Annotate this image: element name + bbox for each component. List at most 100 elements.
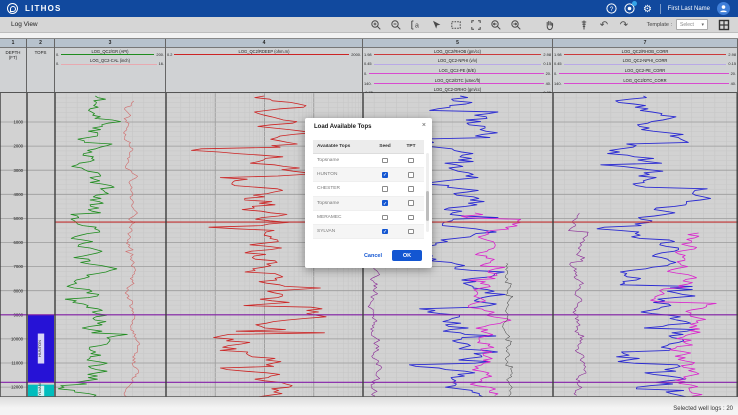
curve-scale-line bbox=[374, 54, 542, 55]
curve-scale-min: 0. bbox=[554, 72, 557, 76]
tpt-checkbox[interactable] bbox=[408, 158, 414, 164]
track-number: 3 bbox=[55, 39, 165, 48]
curve-header[interactable]: LOG_QC2/RHOB_CORR1.982.98 bbox=[553, 49, 737, 58]
depth-label: 2000 bbox=[13, 144, 23, 149]
curve-header[interactable]: LOG_QC2/DTC_CORR140.40. bbox=[553, 78, 737, 87]
redo-icon[interactable]: ↷ bbox=[617, 18, 632, 31]
curve-scale-min: 0.45 bbox=[364, 62, 372, 66]
well-pin-icon[interactable] bbox=[577, 18, 592, 31]
zoom-out-icon[interactable] bbox=[389, 18, 404, 31]
settings-gear-icon[interactable]: ⚙ bbox=[642, 3, 653, 14]
curve-header[interactable]: LOG_QC2-PE (B/E)0.20. bbox=[363, 68, 552, 77]
zoom-next-icon[interactable] bbox=[509, 18, 524, 31]
curve-header[interactable]: LOG_QC2/RDEEP (ohm.m)0.22000. bbox=[166, 49, 362, 58]
curve-scale-min: 140. bbox=[364, 82, 372, 86]
scrollbar-thumb[interactable] bbox=[426, 191, 429, 221]
notifications-icon[interactable] bbox=[624, 3, 635, 14]
curve-scale-max: 40. bbox=[546, 82, 551, 86]
curve-header[interactable]: LOG_QC2-PE_CORR0.20. bbox=[553, 68, 737, 77]
zoom-fit-icon[interactable]: a bbox=[409, 18, 424, 31]
curve-header[interactable]: LOG_QC2-NPHI_CORR0.450.15 bbox=[553, 58, 737, 67]
curve-header[interactable]: LOG_QC2/GR (API)0.200. bbox=[55, 49, 165, 58]
seed-checkbox[interactable]: ✓ bbox=[382, 229, 388, 235]
column-available-tops: Available Tops bbox=[313, 144, 372, 149]
tops-row-topsname: Topsname bbox=[313, 154, 424, 168]
curve-scale-line bbox=[174, 54, 349, 55]
brand-title: LITHOS bbox=[25, 4, 62, 13]
curve-scale-min: 1.98 bbox=[364, 53, 372, 57]
curve-scale-max: 20. bbox=[546, 72, 551, 76]
layout-grid-icon[interactable] bbox=[716, 18, 731, 31]
curve-header[interactable]: LOG_QC2-CAL (inch)0.16. bbox=[55, 58, 165, 67]
zoom-in-icon[interactable] bbox=[369, 18, 384, 31]
curve-scale-line bbox=[564, 83, 729, 84]
user-avatar[interactable] bbox=[717, 2, 730, 15]
tops-row-topsname: Topsname✓ bbox=[313, 197, 424, 211]
close-icon[interactable]: × bbox=[422, 122, 426, 129]
curve-scale-max: 2000. bbox=[351, 53, 361, 57]
user-name: First Last Name bbox=[668, 6, 710, 12]
dialog-title: Load Available Tops bbox=[305, 118, 432, 130]
status-bar: Selected well logs : 20 bbox=[0, 397, 738, 415]
undo-icon[interactable]: ↶ bbox=[597, 18, 612, 31]
depth-track-title: DEPTH (FT) bbox=[0, 50, 26, 60]
curve-scale-line bbox=[374, 64, 542, 65]
app-bar: LITHOS ? ⚙ First Last Name bbox=[0, 0, 738, 17]
selected-well-logs-status: Selected well logs : 20 bbox=[673, 406, 733, 412]
curve-scale-line bbox=[369, 73, 543, 74]
curve-header[interactable]: LOG_QC2/DTC (uSec/ft)140.40. bbox=[363, 78, 552, 87]
curve-scale-min: 0.2 bbox=[167, 53, 172, 57]
tpt-checkbox[interactable] bbox=[408, 200, 414, 206]
tpt-checkbox[interactable] bbox=[408, 229, 414, 235]
track-number: 5 bbox=[363, 39, 552, 48]
curve-scale-max: 20. bbox=[731, 72, 736, 76]
column-seed: Seed bbox=[372, 144, 398, 149]
depth-label: 8000 bbox=[13, 288, 23, 293]
curve-scale-min: 0. bbox=[364, 72, 367, 76]
curve-scale-line bbox=[61, 64, 156, 65]
zoom-area-icon[interactable] bbox=[449, 18, 464, 31]
page-title: Log View bbox=[11, 21, 38, 28]
help-icon[interactable]: ? bbox=[606, 3, 617, 14]
table-header-row: Available Tops Seed TPT bbox=[313, 140, 424, 154]
seed-checkbox[interactable] bbox=[382, 215, 388, 221]
curve-scale-min: 0. bbox=[56, 53, 59, 57]
template-label: Template : bbox=[647, 22, 672, 28]
zoom-cursor-icon[interactable] bbox=[429, 18, 444, 31]
pan-hand-icon[interactable] bbox=[543, 18, 558, 31]
curve-header[interactable]: LOG_QC2-NPHI (v/v)0.450.15 bbox=[363, 58, 552, 67]
curve-scale-min: 140. bbox=[554, 82, 562, 86]
seed-checkbox[interactable]: ✓ bbox=[382, 200, 388, 206]
track-number: 4 bbox=[166, 39, 362, 48]
zoom-prev-icon[interactable] bbox=[489, 18, 504, 31]
seed-checkbox[interactable] bbox=[382, 186, 388, 192]
seed-checkbox[interactable] bbox=[382, 158, 388, 164]
seed-checkbox[interactable]: ✓ bbox=[382, 172, 388, 178]
column-tpt: TPT bbox=[398, 144, 424, 149]
track-header-4: 4LOG_QC2/RDEEP (ohm.m)0.22000. bbox=[166, 39, 363, 92]
curve-header[interactable]: LOG_QC2/RHOB (gm/cc)1.982.98 bbox=[363, 49, 552, 58]
track-headers: 1DEPTH (FT)2TOPS3LOG_QC2/GR (API)0.200.L… bbox=[0, 38, 738, 93]
tpt-checkbox[interactable] bbox=[408, 215, 414, 221]
template-select[interactable]: Select ▾ bbox=[676, 19, 708, 30]
svg-text:↶: ↶ bbox=[600, 20, 608, 31]
curve-scale-min: 0. bbox=[56, 62, 59, 66]
appbar-divider bbox=[660, 4, 661, 14]
tops-row-sylvan: SYLVAN✓ bbox=[313, 225, 424, 239]
curve-scale-max: 40. bbox=[731, 82, 736, 86]
cancel-button[interactable]: Cancel bbox=[364, 253, 382, 259]
depth-label: 5000 bbox=[13, 216, 23, 221]
depth-label: 7000 bbox=[13, 264, 23, 269]
tpt-checkbox[interactable] bbox=[408, 186, 414, 192]
tops-row-meramec: MERAMEC bbox=[313, 211, 424, 225]
track-number: 2 bbox=[27, 39, 54, 48]
notification-badge bbox=[632, 1, 637, 6]
depth-label: 6000 bbox=[13, 240, 23, 245]
load-available-tops-dialog: Load Available Tops × Available Tops See… bbox=[305, 118, 432, 268]
ok-button[interactable]: OK bbox=[392, 250, 422, 261]
expand-icon[interactable] bbox=[469, 18, 484, 31]
curve-scale-line bbox=[61, 54, 154, 55]
svg-text:↷: ↷ bbox=[620, 20, 629, 31]
tpt-checkbox[interactable] bbox=[408, 172, 414, 178]
track-header-1: 1DEPTH (FT) bbox=[0, 39, 27, 92]
